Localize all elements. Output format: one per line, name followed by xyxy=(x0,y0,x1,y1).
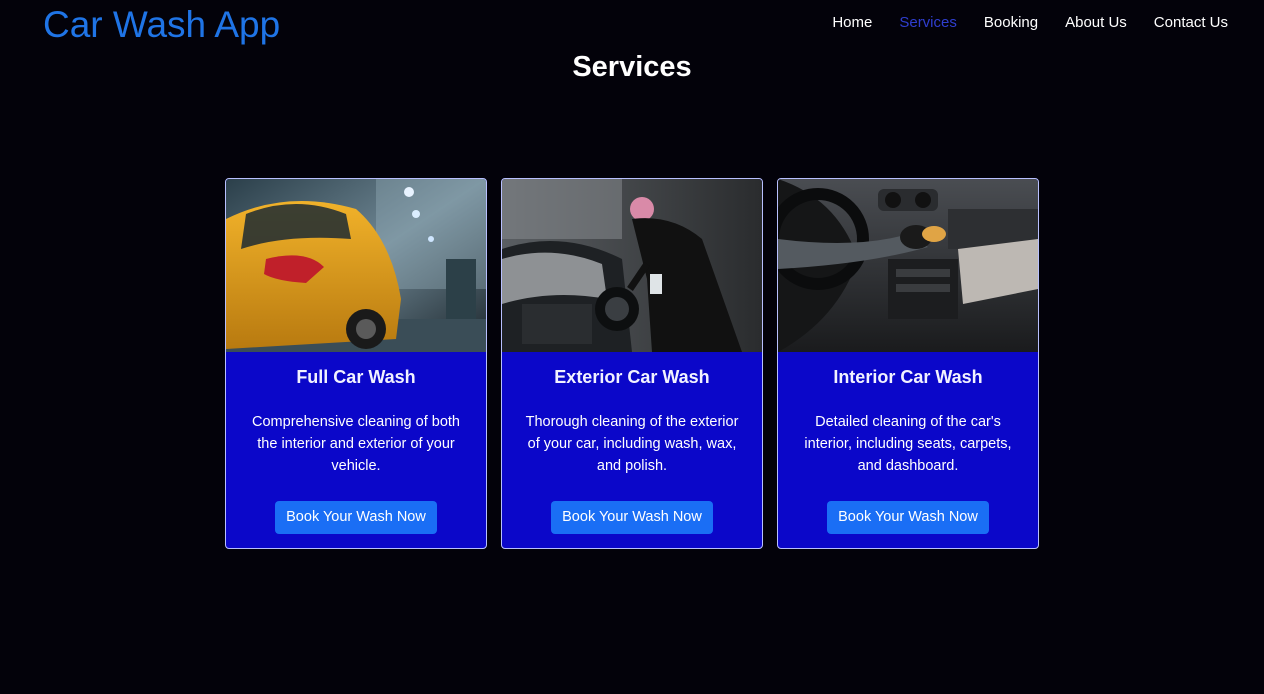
page-title: Services xyxy=(572,51,692,83)
card-description: Comprehensive cleaning of both the inter… xyxy=(252,414,460,474)
card-description: Detailed cleaning of the car's interior,… xyxy=(804,414,1012,474)
nav-home[interactable]: Home xyxy=(832,14,872,32)
nav-about-us[interactable]: About Us xyxy=(1065,14,1127,32)
service-cards: Full Car Wash Comprehensive cleaning of … xyxy=(225,178,1039,549)
page: Car Wash App Home Services Booking About… xyxy=(0,0,1264,694)
interior-dashboard-photo xyxy=(778,179,1038,352)
nav-contact-us[interactable]: Contact Us xyxy=(1154,14,1228,32)
exterior-polish-photo xyxy=(502,179,762,352)
service-card-exterior-wash: Exterior Car Wash Thorough cleaning of t… xyxy=(501,178,763,549)
card-title: Full Car Wash xyxy=(296,367,416,387)
service-card-interior-wash: Interior Car Wash Detailed cleaning of t… xyxy=(777,178,1039,549)
main-nav: Home Services Booking About Us Contact U… xyxy=(832,14,1228,32)
yellow-car-wash-photo xyxy=(226,179,486,352)
card-title: Exterior Car Wash xyxy=(554,367,710,387)
card-title: Interior Car Wash xyxy=(833,367,983,387)
nav-booking[interactable]: Booking xyxy=(984,14,1038,32)
nav-services[interactable]: Services xyxy=(899,14,957,32)
brand-logo[interactable]: Car Wash App xyxy=(43,4,280,46)
card-description: Thorough cleaning of the exterior of you… xyxy=(525,414,739,474)
book-wash-button[interactable]: Book Your Wash Now xyxy=(827,501,989,534)
book-wash-button[interactable]: Book Your Wash Now xyxy=(275,501,437,534)
service-card-full-wash: Full Car Wash Comprehensive cleaning of … xyxy=(225,178,487,549)
book-wash-button[interactable]: Book Your Wash Now xyxy=(551,501,713,534)
